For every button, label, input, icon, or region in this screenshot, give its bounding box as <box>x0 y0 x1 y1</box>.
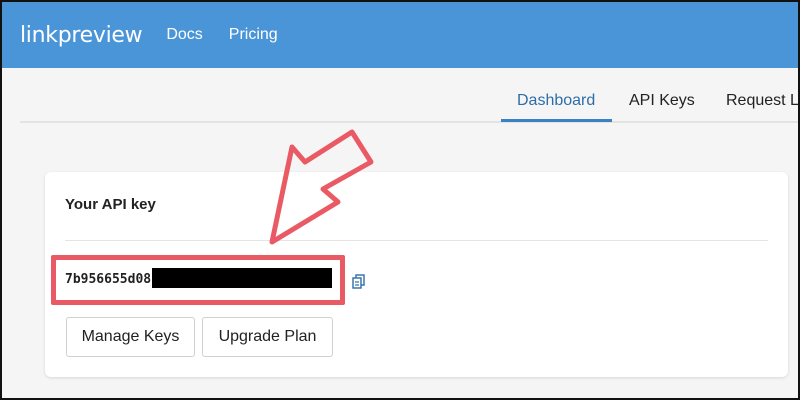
nav-docs[interactable]: Docs <box>166 26 202 44</box>
manage-keys-button[interactable]: Manage Keys <box>66 317 195 357</box>
copy-icon[interactable] <box>351 273 367 289</box>
active-tab-indicator <box>501 119 612 122</box>
api-key-value[interactable]: 7b956655d08 <box>65 272 151 287</box>
upgrade-plan-button[interactable]: Upgrade Plan <box>202 317 333 357</box>
top-navbar: linkpreview Docs Pricing <box>2 2 798 68</box>
api-key-card: Your API key 7b956655d08 Manage Keys Upg… <box>45 172 788 377</box>
top-nav: Docs Pricing <box>166 26 277 44</box>
tab-dashboard[interactable]: Dashboard <box>517 92 595 110</box>
brand-logo[interactable]: linkpreview <box>20 23 143 48</box>
tab-api-keys[interactable]: API Keys <box>629 92 695 110</box>
tab-request-log[interactable]: Request L <box>726 92 799 110</box>
nav-pricing[interactable]: Pricing <box>229 26 278 44</box>
api-key-redaction <box>152 268 332 288</box>
card-divider <box>65 240 768 241</box>
card-title: Your API key <box>65 196 156 213</box>
dashboard-tabs: Dashboard API Keys Request L <box>20 68 799 123</box>
